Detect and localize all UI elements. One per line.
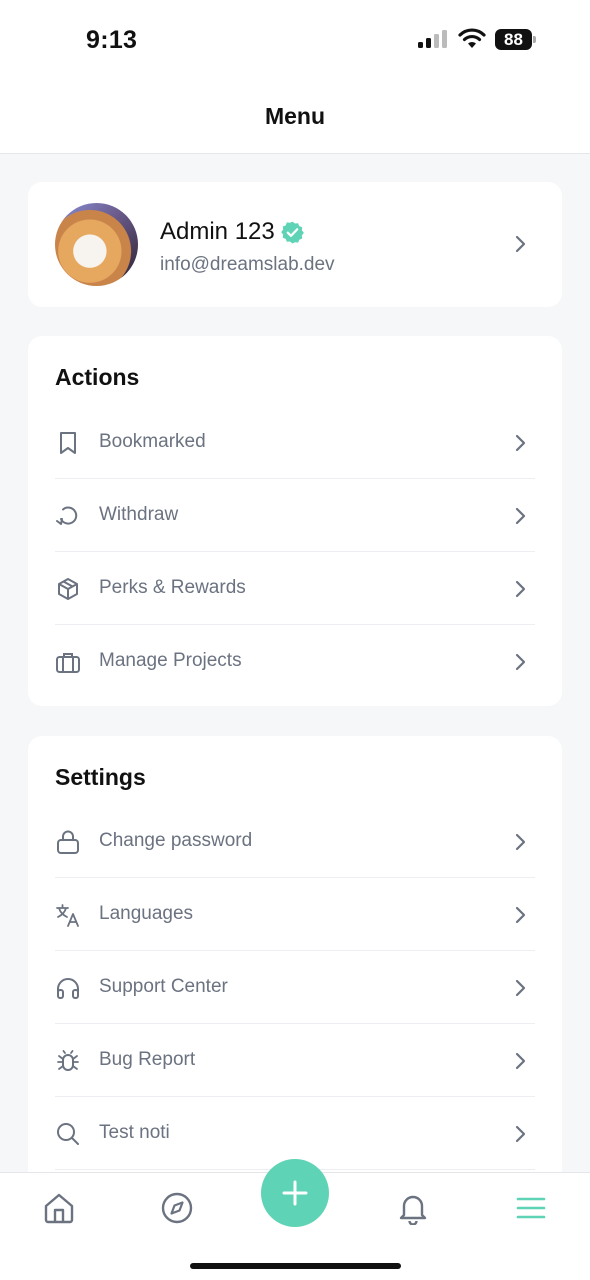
profile-email: info@dreamslab.dev [160,254,335,275]
profile-name: Admin 123 [160,218,275,245]
menu-item-label: Bug Report [99,1049,196,1070]
status-bar: 9:13 88 [0,0,590,80]
chevron-right-icon [515,235,526,253]
profile-name-row: Admin 123 [160,218,305,246]
chevron-right-icon [515,434,526,452]
translate-icon [56,904,79,927]
menu-item-bug-report[interactable]: Bug Report [55,1024,535,1097]
bug-icon [57,1050,79,1071]
settings-card: Settings Change password Languages Suppo… [28,736,562,1206]
home-icon[interactable] [42,1191,76,1225]
menu-item-label: Withdraw [99,504,179,525]
refresh-icon [56,506,78,525]
actions-section-title: Actions [55,364,140,390]
actions-card: Actions Bookmarked Withdraw Perks & Rewa… [28,336,562,706]
home-indicator [190,1263,401,1269]
bottom-tab-bar [0,1159,590,1280]
chevron-right-icon [515,1125,526,1143]
profile-card[interactable]: Admin 123 info@dreamslab.dev [28,182,562,307]
cellular-signal-icon [418,30,447,48]
briefcase-icon [56,653,80,673]
search-icon [57,1123,79,1145]
chevron-right-icon [515,906,526,924]
wifi-icon [458,28,486,48]
battery-level: 88 [495,29,532,50]
add-icon [282,1180,308,1206]
menu-item-label: Perks & Rewards [99,577,246,598]
menu-item-label: Change password [99,830,253,851]
menu-item-manage-projects[interactable]: Manage Projects [55,625,535,698]
menu-item-withdraw[interactable]: Withdraw [55,479,535,552]
menu-item-label: Bookmarked [99,431,206,452]
menu-item-label: Manage Projects [99,650,242,671]
chevron-right-icon [515,979,526,997]
menu-item-label: Test noti [99,1122,170,1143]
chevron-right-icon [515,653,526,671]
bookmark-icon [60,432,76,454]
headphones-icon [57,978,79,999]
menu-item-languages[interactable]: Languages [55,878,535,951]
add-button[interactable] [261,1159,329,1227]
box-icon [58,578,78,600]
menu-icon[interactable] [514,1191,548,1225]
bell-icon[interactable] [396,1191,430,1225]
menu-item-support-center[interactable]: Support Center [55,951,535,1024]
lock-icon [57,830,79,854]
status-time: 9:13 [86,26,138,54]
chevron-right-icon [515,1052,526,1070]
menu-item-bookmarked[interactable]: Bookmarked [55,406,535,479]
chevron-right-icon [515,833,526,851]
compass-icon[interactable] [160,1191,194,1225]
menu-item-perks-rewards[interactable]: Perks & Rewards [55,552,535,625]
menu-item-change-password[interactable]: Change password [55,805,535,878]
battery-icon: 88 [495,29,536,50]
page-title: Menu [264,103,326,129]
chevron-right-icon [515,507,526,525]
verified-badge-icon [280,221,304,243]
menu-item-label: Support Center [99,976,228,997]
settings-section-title: Settings [55,764,146,790]
avatar [55,203,138,286]
top-navbar: Menu [0,80,590,154]
chevron-right-icon [515,580,526,598]
menu-item-label: Languages [99,903,194,924]
